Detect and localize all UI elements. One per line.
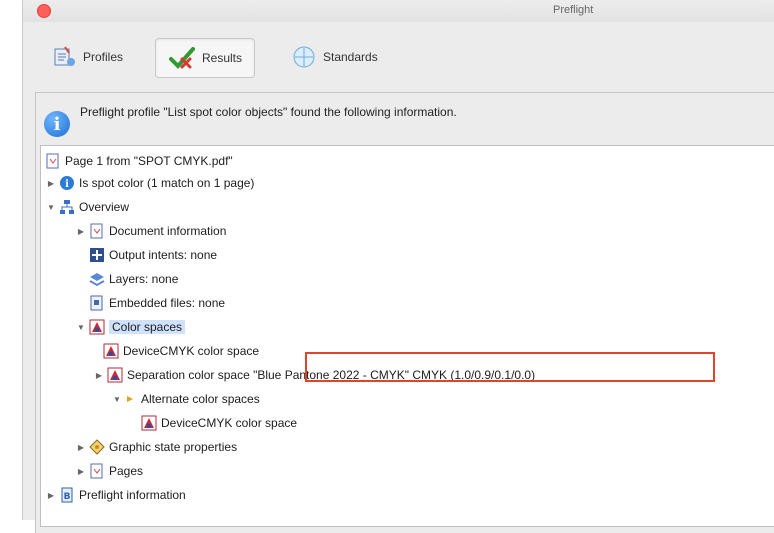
embedded-files-icon xyxy=(89,295,105,311)
tree-item-label: DeviceCMYK color space xyxy=(123,344,260,358)
info-banner: i Preflight profile "List spot color obj… xyxy=(44,99,457,139)
info-icon: i xyxy=(44,111,70,137)
info-message: Preflight profile "List spot color objec… xyxy=(80,105,457,119)
tree-item-label: Document information xyxy=(109,224,227,238)
collapse-arrow-icon[interactable]: ▼ xyxy=(75,323,87,332)
tree-item-device-cmyk[interactable]: DeviceCMYK color space xyxy=(103,340,259,362)
window-title: Preflight xyxy=(553,4,594,16)
color-space-icon xyxy=(141,415,157,431)
expand-arrow-icon[interactable]: ▶ xyxy=(75,227,87,236)
collapse-arrow-icon[interactable]: ▼ xyxy=(111,395,123,404)
expand-arrow-icon[interactable]: ▶ xyxy=(75,467,87,476)
tree-item-color-spaces[interactable]: ▼ Color spaces xyxy=(75,316,186,338)
tree-item-output-intents[interactable]: Output intents: none xyxy=(89,244,217,266)
tree-item-graphic-state[interactable]: ▶ Graphic state properties xyxy=(75,436,237,458)
tree-item-label: Pages xyxy=(109,464,144,478)
preflight-window: Preflight Profiles Results Standards i P… xyxy=(22,0,774,533)
tree-item-label: Alternate color spaces xyxy=(141,392,260,406)
expand-arrow-icon[interactable]: ▶ xyxy=(45,491,57,500)
layers-icon xyxy=(89,271,105,287)
tree-item-label: Color spaces xyxy=(109,320,186,334)
svg-text:B: B xyxy=(64,492,71,502)
tab-standards-label: Standards xyxy=(323,50,378,64)
collapse-arrow-icon[interactable]: ▼ xyxy=(45,203,57,212)
color-space-icon xyxy=(103,343,119,359)
preflight-info-icon: B xyxy=(59,487,75,503)
highlight-annotation-box xyxy=(305,352,715,382)
tab-profiles-label: Profiles xyxy=(83,50,124,64)
title-bar: Preflight xyxy=(23,0,774,22)
svg-text:i: i xyxy=(65,179,69,190)
color-space-icon xyxy=(107,367,123,383)
close-window-button[interactable] xyxy=(37,4,51,18)
color-space-icon xyxy=(89,319,105,335)
tree-item-device-cmyk-alternate[interactable]: DeviceCMYK color space xyxy=(141,412,297,434)
tab-results[interactable]: Results xyxy=(155,38,256,78)
tree-item-label: Overview xyxy=(79,200,130,214)
tab-profiles[interactable]: Profiles xyxy=(39,38,135,76)
profiles-icon xyxy=(51,44,77,70)
tree-item-embedded-files[interactable]: Embedded files: none xyxy=(89,292,225,314)
tree-item-label: Layers: none xyxy=(109,272,179,286)
info-icon: i xyxy=(59,175,75,191)
graphic-state-icon xyxy=(89,439,105,455)
tree-item-label: Output intents: none xyxy=(109,248,218,262)
tree-item-preflight-information[interactable]: ▶ B Preflight information xyxy=(45,484,186,506)
tree-item-root[interactable]: Page 1 from "SPOT CMYK.pdf" xyxy=(45,150,233,172)
checkmark-icon xyxy=(168,45,196,71)
standards-icon xyxy=(291,44,317,70)
output-intents-icon xyxy=(89,247,105,263)
pdf-page-icon xyxy=(89,223,105,239)
hierarchy-icon xyxy=(59,199,75,215)
folder-icon xyxy=(125,391,137,407)
tree-item-layers[interactable]: Layers: none xyxy=(89,268,178,290)
tree-item-label: DeviceCMYK color space xyxy=(161,416,298,430)
tree-item-spot-color[interactable]: ▶ i Is spot color (1 match on 1 page) xyxy=(45,172,254,194)
tab-results-label: Results xyxy=(202,51,243,65)
pdf-page-icon xyxy=(45,153,61,169)
tree-item-label: Preflight information xyxy=(79,488,186,502)
tree-item-pages[interactable]: ▶ Pages xyxy=(75,460,143,482)
tree-item-alternate-color-spaces[interactable]: ▼ Alternate color spaces xyxy=(111,388,260,410)
tree-item-overview[interactable]: ▼ Overview xyxy=(45,196,129,218)
toolbar: Profiles Results Standards xyxy=(23,22,774,88)
expand-arrow-icon[interactable]: ▶ xyxy=(75,443,87,452)
results-tree[interactable]: Page 1 from "SPOT CMYK.pdf" ▶ i Is spot … xyxy=(40,145,774,527)
tree-item-label: Page 1 from "SPOT CMYK.pdf" xyxy=(65,154,233,168)
results-panel: i Preflight profile "List spot color obj… xyxy=(35,92,774,533)
tree-item-label: Embedded files: none xyxy=(109,296,226,310)
tree-item-label: Is spot color (1 match on 1 page) xyxy=(79,176,255,190)
expand-arrow-icon[interactable]: ▶ xyxy=(93,371,105,380)
expand-arrow-icon[interactable]: ▶ xyxy=(45,179,57,188)
tree-item-document-information[interactable]: ▶ Document information xyxy=(75,220,226,242)
tree-item-label: Graphic state properties xyxy=(109,440,238,454)
tab-standards[interactable]: Standards xyxy=(279,38,390,76)
pdf-page-icon xyxy=(89,463,105,479)
